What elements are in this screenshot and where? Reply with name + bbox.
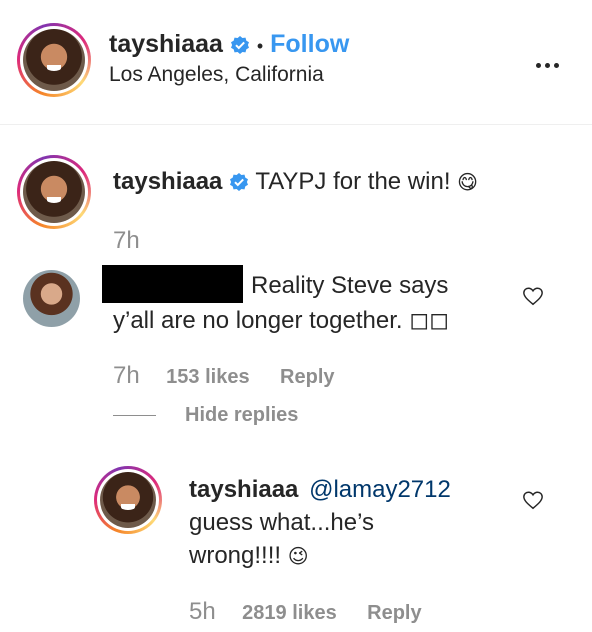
- comment-like-heart-icon[interactable]: [522, 285, 544, 312]
- comment-reply-button[interactable]: Reply: [280, 366, 334, 388]
- reply-reply-button[interactable]: Reply: [367, 602, 421, 624]
- reply-like-heart-icon[interactable]: [522, 489, 544, 516]
- reply-mention-link[interactable]: @lamay2712: [309, 476, 451, 503]
- comment-avatar[interactable]: [23, 270, 80, 327]
- header-separator: •: [256, 36, 264, 56]
- comment-text-line2: y’all are no longer together. ◻◻: [113, 307, 450, 334]
- reply-text-line1: guess what...he’s: [189, 509, 375, 536]
- tongue-emoji-icon: 😋: [457, 172, 479, 194]
- verified-badge-icon: [230, 35, 250, 55]
- caption-username[interactable]: tayshiaaa: [113, 168, 222, 195]
- reply-username[interactable]: tayshiaaa: [189, 476, 298, 503]
- reply-timestamp: 5h: [189, 598, 216, 625]
- reply-avatar[interactable]: [94, 466, 162, 534]
- comment-likes-count[interactable]: 153 likes: [166, 366, 249, 388]
- reply-likes-count[interactable]: 2819 likes: [242, 602, 337, 624]
- comment-timestamp: 7h: [113, 362, 140, 389]
- location-link[interactable]: Los Angeles, California: [109, 63, 324, 87]
- hide-replies-button[interactable]: Hide replies: [185, 404, 298, 427]
- hide-replies-line: [113, 415, 156, 416]
- more-options-icon[interactable]: [534, 55, 561, 73]
- verified-badge-icon: [229, 172, 249, 192]
- follow-button[interactable]: Follow: [270, 30, 349, 58]
- comment-text-line1: Reality Steve says: [251, 272, 449, 299]
- caption-text: TAYPJ for the win!: [255, 168, 451, 195]
- header-avatar[interactable]: [17, 23, 91, 97]
- header-username[interactable]: tayshiaaa: [109, 30, 223, 58]
- caption-timestamp: 7h: [113, 227, 140, 254]
- reply-text-line2: wrong!!!!: [189, 542, 282, 569]
- redacted-username: [102, 265, 243, 303]
- caption-avatar[interactable]: [17, 155, 91, 229]
- wink-emoji-icon: 😉: [287, 546, 309, 568]
- post-header: tayshiaaa • Follow Los Angeles, Californ…: [0, 0, 592, 125]
